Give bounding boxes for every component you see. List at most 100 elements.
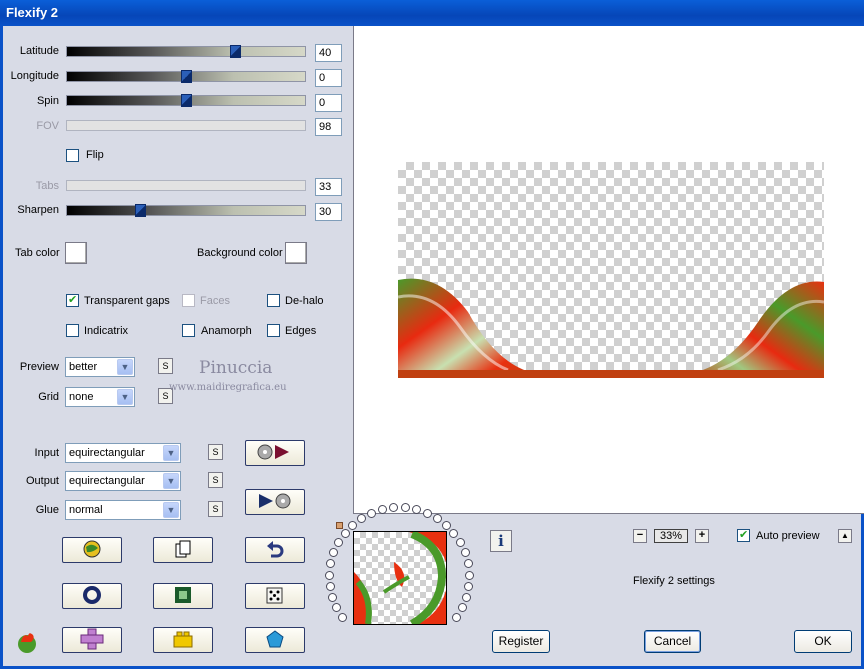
glue-label: Glue [35,504,59,516]
ring-icon [82,585,102,608]
spin-thumb[interactable] [181,94,192,107]
latitude-field[interactable]: 40 [315,44,342,62]
auto-preview-checkbox[interactable] [737,528,750,542]
sharpen-label: Sharpen [17,204,59,216]
ring-dot[interactable] [401,503,410,512]
anamorph-checkbox[interactable] [182,324,195,337]
ring-dot[interactable] [325,571,334,580]
fov-field[interactable]: 98 [315,118,342,136]
ring-dot[interactable] [338,613,347,622]
background-color-label: Background color [197,247,283,259]
edges-checkbox[interactable] [267,324,280,337]
longitude-thumb[interactable] [181,70,192,83]
preview-s-button[interactable]: S [158,358,173,374]
cancel-button[interactable]: Cancel [644,630,701,653]
ring-dot[interactable] [464,559,473,568]
input-select[interactable]: equirectangular ▼ [65,443,181,463]
longitude-slider[interactable] [66,70,306,83]
ring-dot[interactable] [461,548,470,557]
collapse-button[interactable]: ▲ [838,529,852,543]
register-button[interactable]: Register [492,630,550,653]
ring-dot[interactable] [423,509,432,518]
zoom-out-button[interactable]: − [633,529,647,543]
output-value: equirectangular [69,475,145,487]
ring-dot[interactable] [378,505,387,514]
sharpen-thumb[interactable] [135,204,146,217]
lego-brick-icon [171,629,195,652]
zoom-in-button[interactable]: + [695,529,709,543]
latitude-thumb[interactable] [230,45,241,58]
tabs-slider [66,180,306,191]
ring-dot[interactable] [341,529,350,538]
ring-dot[interactable] [348,521,357,530]
ring-dot[interactable] [465,571,474,580]
ring-dot[interactable] [328,593,337,602]
output-s-button[interactable]: S [208,472,223,488]
longitude-field[interactable]: 0 [315,69,342,87]
tabs-label: Tabs [35,180,59,192]
tab-color-swatch[interactable] [65,242,87,264]
lego-button[interactable] [153,627,213,653]
ring-button[interactable] [62,583,122,609]
ring-dot[interactable] [433,514,442,523]
square-button[interactable] [153,583,213,609]
spin-field[interactable]: 0 [315,94,342,112]
input-s-button[interactable]: S [208,444,223,460]
ok-button[interactable]: OK [794,630,852,653]
ring-dot[interactable] [329,548,338,557]
pentagon-button[interactable] [245,627,305,653]
random-button[interactable] [245,583,305,609]
ring-dot[interactable] [326,582,335,591]
indicatrix-checkbox[interactable] [66,324,79,337]
ring-dot[interactable] [452,613,461,622]
ring-dot[interactable] [456,538,465,547]
faces-label: Faces [200,295,230,307]
ring-handle[interactable] [336,522,343,529]
info-icon[interactable]: i [490,530,512,552]
fire-globe-icon[interactable] [15,630,39,657]
input-value: equirectangular [69,447,145,459]
tabs-field[interactable]: 33 [315,178,342,196]
undo-icon [265,539,285,562]
ring-dot[interactable] [462,593,471,602]
preview-quality-select[interactable]: better ▼ [65,357,135,377]
copy-button[interactable] [153,537,213,563]
output-select[interactable]: equirectangular ▼ [65,471,181,491]
load-settings-button[interactable] [245,440,305,466]
ring-dot[interactable] [326,559,335,568]
latitude-slider[interactable] [66,45,306,58]
background-color-swatch[interactable] [285,242,307,264]
undo-button[interactable] [245,537,305,563]
transparent-gaps-checkbox[interactable] [66,293,79,307]
ring-dot[interactable] [464,582,473,591]
anamorph-label: Anamorph [201,325,252,337]
spin-slider[interactable] [66,94,306,107]
plus-shape-button[interactable] [62,627,122,653]
ring-dot[interactable] [389,503,398,512]
zoom-level[interactable]: 33% [654,529,688,543]
ring-dot[interactable] [449,529,458,538]
preview-pane[interactable] [353,26,864,514]
ring-dot[interactable] [334,538,343,547]
flip-checkbox[interactable] [66,149,79,162]
sharpen-slider[interactable] [66,204,306,217]
chevron-down-icon: ▼ [163,473,179,489]
dice-icon [264,585,286,608]
ring-dot[interactable] [367,509,376,518]
de-halo-checkbox[interactable] [267,294,280,307]
globe-button[interactable] [62,537,122,563]
sharpen-field[interactable]: 30 [315,203,342,221]
faces-checkbox [182,294,195,307]
ring-dot[interactable] [357,514,366,523]
ring-dot[interactable] [412,505,421,514]
square-icon [173,585,193,608]
latitude-label: Latitude [19,45,59,57]
glue-select[interactable]: normal ▼ [65,500,181,520]
navigator-thumbnail[interactable] [353,531,447,625]
grid-select[interactable]: none ▼ [65,387,135,407]
ring-dot[interactable] [442,521,451,530]
save-settings-button[interactable] [245,489,305,515]
glue-s-button[interactable]: S [208,501,223,517]
ring-dot[interactable] [332,603,341,612]
ring-dot[interactable] [458,603,467,612]
